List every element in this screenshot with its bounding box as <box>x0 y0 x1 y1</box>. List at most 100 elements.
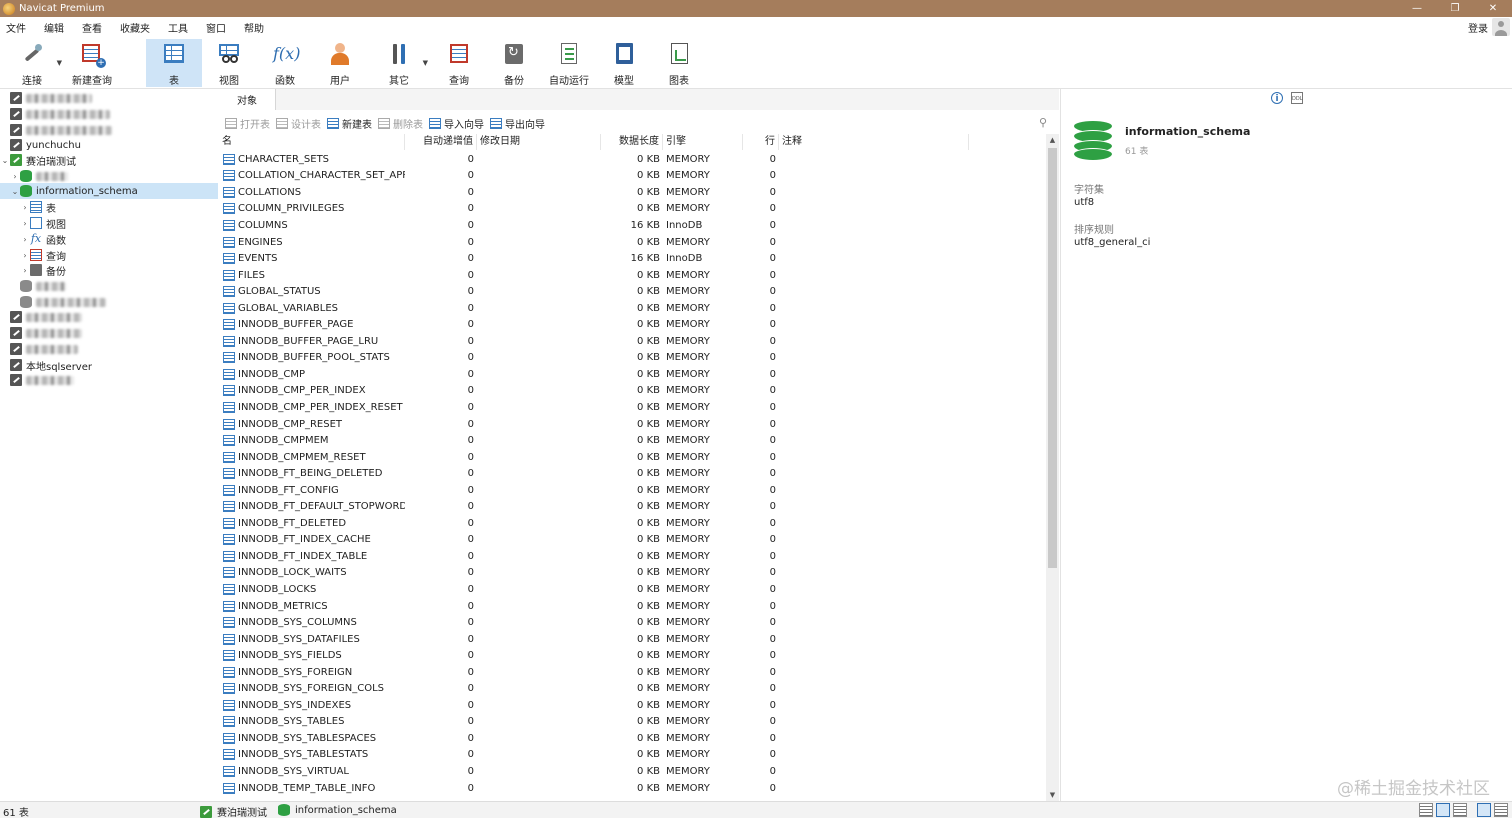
user-button[interactable]: 用户 <box>317 39 363 87</box>
nav-connection-redacted[interactable] <box>0 106 218 122</box>
table-row[interactable]: INNODB_FT_CONFIG 0 0 KB MEMORY 0 <box>219 482 1046 499</box>
nav-database-redacted[interactable] <box>0 278 218 294</box>
table-row[interactable]: FILES 0 0 KB MEMORY 0 <box>219 267 1046 284</box>
info-icon[interactable]: i <box>1271 92 1283 104</box>
other-dropdown-icon[interactable]: ▼ <box>423 59 428 67</box>
menu-file[interactable]: 文件 <box>0 20 34 35</box>
other-button[interactable]: 其它 ▼ <box>376 39 428 87</box>
tab-objects[interactable]: 对象 <box>219 89 276 110</box>
table-row[interactable]: INNODB_CMP_RESET 0 0 KB MEMORY 0 <box>219 416 1046 433</box>
er-view-icon[interactable] <box>1453 803 1467 817</box>
table-row[interactable]: INNODB_METRICS 0 0 KB MEMORY 0 <box>219 598 1046 615</box>
export-wizard-button[interactable]: 导出向导 <box>490 116 545 131</box>
chevron-right-icon[interactable]: › <box>20 203 30 212</box>
nav-database-redacted[interactable]: › <box>0 168 218 184</box>
nav-functions[interactable]: › fx 函数 <box>0 231 218 247</box>
table-row[interactable]: INNODB_BUFFER_POOL_STATS 0 0 KB MEMORY 0 <box>219 350 1046 367</box>
connect-dropdown-icon[interactable]: ▼ <box>57 59 62 67</box>
table-row[interactable]: GLOBAL_VARIABLES 0 0 KB MEMORY 0 <box>219 300 1046 317</box>
model-button[interactable]: 模型 <box>601 39 647 87</box>
table-row[interactable]: INNODB_SYS_DATAFILES 0 0 KB MEMORY 0 <box>219 631 1046 648</box>
query-button[interactable]: 查询 <box>436 39 482 87</box>
column-header-data-length[interactable]: 数据长度 <box>601 134 663 150</box>
nav-connection-sqlserver[interactable]: 本地sqlserver <box>0 357 218 373</box>
chevron-down-icon[interactable]: ⌄ <box>0 156 10 165</box>
open-table-button[interactable]: 打开表 <box>225 116 270 131</box>
table-row[interactable]: INNODB_BUFFER_PAGE 0 0 KB MEMORY 0 <box>219 316 1046 333</box>
design-table-button[interactable]: 设计表 <box>276 116 321 131</box>
table-row[interactable]: EVENTS 0 16 KB InnoDB 0 <box>219 250 1046 267</box>
table-row[interactable]: COLLATION_CHARACTER_SET_APP... 0 0 KB MEMOR… <box>219 168 1046 185</box>
nav-queries[interactable]: › 查询 <box>0 247 218 263</box>
menu-favorites[interactable]: 收藏夹 <box>114 20 158 35</box>
scroll-up-icon[interactable]: ▲ <box>1046 134 1059 146</box>
table-row[interactable]: INNODB_SYS_TABLESPACES 0 0 KB MEMORY 0 <box>219 730 1046 747</box>
table-row[interactable]: GLOBAL_STATUS 0 0 KB MEMORY 0 <box>219 283 1046 300</box>
table-row[interactable]: CHARACTER_SETS 0 0 KB MEMORY 0 <box>219 151 1046 168</box>
nav-connection-redacted[interactable] <box>0 341 218 357</box>
new-query-button[interactable]: 新建查询 <box>68 39 116 87</box>
login-link[interactable]: 登录 <box>1468 20 1488 35</box>
list-view-icon[interactable] <box>1419 803 1433 817</box>
table-row[interactable]: INNODB_SYS_INDEXES 0 0 KB MEMORY 0 <box>219 697 1046 714</box>
menu-view[interactable]: 查看 <box>76 20 110 35</box>
ddl-icon[interactable]: DDL <box>1291 92 1303 104</box>
table-row[interactable]: INNODB_FT_DEFAULT_STOPWORD 0 0 KB MEMORY 0 <box>219 498 1046 515</box>
chevron-down-icon[interactable]: ⌄ <box>10 187 20 196</box>
column-header-auto-increment[interactable]: 自动递增值 <box>405 134 477 150</box>
nav-connection-redacted[interactable] <box>0 325 218 341</box>
table-row[interactable]: INNODB_CMPMEM 0 0 KB MEMORY 0 <box>219 432 1046 449</box>
menu-help[interactable]: 帮助 <box>238 20 272 35</box>
table-row[interactable]: INNODB_FT_DELETED 0 0 KB MEMORY 0 <box>219 515 1046 532</box>
import-wizard-button[interactable]: 导入向导 <box>429 116 484 131</box>
menu-edit[interactable]: 编辑 <box>38 20 72 35</box>
scroll-thumb[interactable] <box>1048 148 1057 568</box>
table-row[interactable]: INNODB_CMP 0 0 KB MEMORY 0 <box>219 366 1046 383</box>
table-row[interactable]: INNODB_LOCK_WAITS 0 0 KB MEMORY 0 <box>219 565 1046 582</box>
scroll-down-icon[interactable]: ▼ <box>1046 789 1059 801</box>
table-row[interactable]: INNODB_CMP_PER_INDEX 0 0 KB MEMORY 0 <box>219 383 1046 400</box>
table-row[interactable]: INNODB_FT_INDEX_TABLE 0 0 KB MEMORY 0 <box>219 548 1046 565</box>
nav-connection-sailei[interactable]: ⌄ 赛泊瑞测试 <box>0 152 218 168</box>
nav-database-redacted[interactable] <box>0 294 218 310</box>
column-header-engine[interactable]: 引擎 <box>663 134 743 150</box>
table-row[interactable]: INNODB_FT_INDEX_CACHE 0 0 KB MEMORY 0 <box>219 532 1046 549</box>
detail-view-icon[interactable] <box>1436 803 1450 817</box>
chevron-right-icon[interactable]: › <box>20 235 30 244</box>
backup-button[interactable]: 备份 <box>491 39 537 87</box>
table-row[interactable]: INNODB_CMPMEM_RESET 0 0 KB MEMORY 0 <box>219 449 1046 466</box>
new-table-button[interactable]: 新建表 <box>327 116 372 131</box>
nav-connection-redacted[interactable] <box>0 309 218 325</box>
table-row[interactable]: COLUMNS 0 16 KB InnoDB 0 <box>219 217 1046 234</box>
auto-run-button[interactable]: 自动运行 <box>546 39 592 87</box>
table-row[interactable]: INNODB_BUFFER_PAGE_LRU 0 0 KB MEMORY 0 <box>219 333 1046 350</box>
nav-connection-redacted[interactable] <box>0 90 218 106</box>
nav-backups[interactable]: › 备份 <box>0 262 218 278</box>
delete-table-button[interactable]: 删除表 <box>378 116 423 131</box>
grid-vertical-scrollbar[interactable]: ▲ ▼ <box>1046 134 1059 801</box>
table-row[interactable]: INNODB_SYS_VIRTUAL 0 0 KB MEMORY 0 <box>219 763 1046 780</box>
menu-tools[interactable]: 工具 <box>162 20 196 35</box>
table-row[interactable]: INNODB_SYS_FOREIGN 0 0 KB MEMORY 0 <box>219 664 1046 681</box>
column-header-name[interactable]: 名 <box>219 134 405 150</box>
table-row[interactable]: INNODB_SYS_FOREIGN_COLS 0 0 KB MEMORY 0 <box>219 681 1046 698</box>
nav-views[interactable]: › 视图 <box>0 215 218 231</box>
chart-button[interactable]: 图表 <box>656 39 702 87</box>
table-row[interactable]: INNODB_SYS_TABLESTATS 0 0 KB MEMORY 0 <box>219 747 1046 764</box>
table-row[interactable]: COLLATIONS 0 0 KB MEMORY 0 <box>219 184 1046 201</box>
column-header-modified[interactable]: 修改日期 <box>477 134 601 150</box>
toggle-info-panel-icon[interactable] <box>1494 803 1508 817</box>
maximize-button[interactable]: ❐ <box>1436 0 1474 17</box>
nav-tables[interactable]: › 表 <box>0 199 218 215</box>
table-row[interactable]: INNODB_FT_BEING_DELETED 0 0 KB MEMORY 0 <box>219 465 1046 482</box>
close-button[interactable]: ✕ <box>1474 0 1512 17</box>
table-row[interactable]: ENGINES 0 0 KB MEMORY 0 <box>219 234 1046 251</box>
table-button[interactable]: 表 <box>146 39 202 87</box>
column-header-comment[interactable]: 注释 <box>779 134 969 150</box>
minimize-button[interactable]: — <box>1398 0 1436 17</box>
chevron-right-icon[interactable]: › <box>20 251 30 260</box>
chevron-right-icon[interactable]: › <box>20 219 30 228</box>
search-icon[interactable]: ⚲ <box>1039 116 1051 129</box>
toggle-navigator-icon[interactable] <box>1477 803 1491 817</box>
nav-connection-redacted[interactable] <box>0 122 218 138</box>
